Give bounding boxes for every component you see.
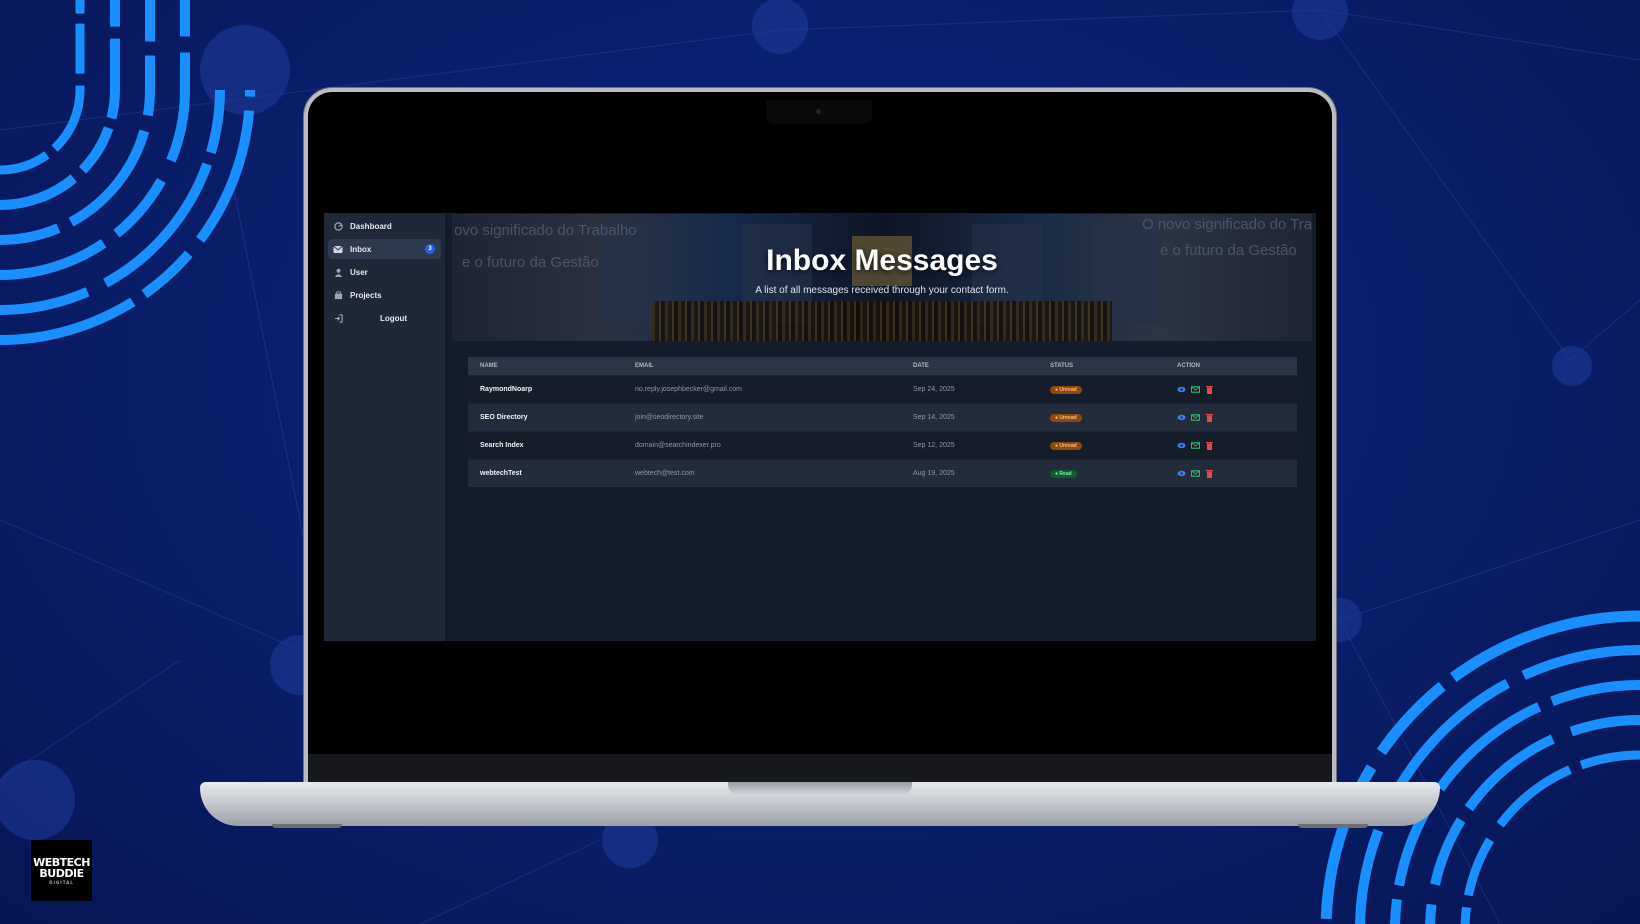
sidebar: Dashboard Inbox 3 User Projects Logout bbox=[324, 213, 445, 641]
message-sender-name: SEO Directory bbox=[480, 414, 528, 421]
user-icon bbox=[333, 267, 343, 277]
reply-mail-icon[interactable] bbox=[1191, 441, 1200, 450]
sidebar-item-inbox[interactable]: Inbox 3 bbox=[328, 239, 441, 259]
message-sender-name: webtechTest bbox=[480, 470, 522, 477]
webtech-buddie-logo: WEBTECH BUDDIE DIGITAL bbox=[31, 840, 92, 901]
status-badge: ● Unread bbox=[1050, 441, 1082, 450]
status-badge: ● Read bbox=[1050, 469, 1077, 478]
table-row: webtechTest webtech@test.com Aug 19, 202… bbox=[468, 459, 1297, 487]
page-header-banner: ovo significado do Trabalho e o futuro d… bbox=[452, 214, 1312, 341]
message-sender-name: RaymondNoarp bbox=[480, 386, 533, 393]
column-header-action: ACTION bbox=[1177, 363, 1200, 369]
column-header-status: STATUS bbox=[1050, 363, 1074, 369]
reply-mail-icon[interactable] bbox=[1191, 385, 1200, 394]
page-title: Inbox Messages bbox=[766, 244, 998, 277]
decorative-arcs-top-left bbox=[0, 0, 255, 345]
sidebar-item-label: Inbox bbox=[350, 244, 372, 254]
message-date: Aug 19, 2025 bbox=[913, 470, 955, 477]
laptop-chin bbox=[308, 754, 1332, 784]
table-row: Search Index domain@searchindexer.pro Se… bbox=[468, 431, 1297, 459]
banner-background-text: O novo significado do Trab bbox=[1142, 216, 1312, 233]
sidebar-item-label: Logout bbox=[380, 313, 408, 323]
reply-mail-icon[interactable] bbox=[1191, 469, 1200, 478]
view-icon[interactable] bbox=[1177, 441, 1186, 450]
column-header-name: NAME bbox=[480, 363, 498, 369]
decorative-arcs-bottom-right bbox=[1320, 610, 1640, 924]
view-icon[interactable] bbox=[1177, 469, 1186, 478]
sidebar-item-projects[interactable]: Projects bbox=[328, 285, 441, 305]
reply-mail-icon[interactable] bbox=[1191, 413, 1200, 422]
delete-trash-icon[interactable] bbox=[1205, 385, 1214, 394]
page-subtitle: A list of all messages received through … bbox=[755, 285, 1009, 296]
logo-line-3: DIGITAL bbox=[49, 879, 74, 885]
message-sender-email: webtech@test.com bbox=[635, 470, 695, 477]
message-date: Sep 12, 2025 bbox=[913, 442, 955, 449]
column-header-date: DATE bbox=[913, 363, 929, 369]
laptop-groove bbox=[728, 782, 912, 796]
banner-crowd bbox=[652, 301, 1112, 341]
inbox-count-badge: 3 bbox=[425, 244, 435, 254]
sidebar-item-label: User bbox=[350, 267, 368, 277]
delete-trash-icon[interactable] bbox=[1205, 441, 1214, 450]
logout-icon bbox=[333, 313, 343, 323]
dashboard-icon bbox=[333, 221, 343, 231]
laptop-lid: Dashboard Inbox 3 User Projects Logout o… bbox=[308, 92, 1332, 784]
laptop-base bbox=[200, 782, 1440, 826]
laptop-foot bbox=[272, 824, 342, 828]
sidebar-item-user[interactable]: User bbox=[328, 262, 441, 282]
message-sender-name: Search Index bbox=[480, 442, 524, 449]
view-icon[interactable] bbox=[1177, 413, 1186, 422]
table-header: NAME EMAIL DATE STATUS ACTION bbox=[468, 357, 1297, 375]
inbox-icon bbox=[333, 244, 343, 254]
table-row: SEO Directory join@seodirectory.site Sep… bbox=[468, 403, 1297, 431]
app-screen: Dashboard Inbox 3 User Projects Logout o… bbox=[324, 213, 1316, 641]
message-date: Sep 14, 2025 bbox=[913, 414, 955, 421]
status-label: Unread bbox=[1059, 442, 1077, 449]
sidebar-item-label: Projects bbox=[350, 290, 382, 300]
camera-icon bbox=[816, 109, 821, 114]
status-badge: ● Unread bbox=[1050, 385, 1082, 394]
table-row: RaymondNoarp no.reply.josephbecker@gmail… bbox=[468, 375, 1297, 403]
message-sender-email: join@seodirectory.site bbox=[635, 414, 704, 421]
status-label: Unread bbox=[1059, 414, 1077, 421]
logo-line-2: BUDDIE bbox=[39, 866, 84, 880]
delete-trash-icon[interactable] bbox=[1205, 413, 1214, 422]
messages-table: NAME EMAIL DATE STATUS ACTION RaymondNoa… bbox=[468, 357, 1297, 487]
delete-trash-icon[interactable] bbox=[1205, 469, 1214, 478]
sidebar-item-dashboard[interactable]: Dashboard bbox=[328, 216, 441, 236]
message-date: Sep 24, 2025 bbox=[913, 386, 955, 393]
logo-line-1: WEBTECH bbox=[33, 855, 90, 869]
sidebar-item-label: Dashboard bbox=[350, 221, 392, 231]
sidebar-item-logout[interactable]: Logout bbox=[328, 308, 441, 328]
message-sender-email: domain@searchindexer.pro bbox=[635, 442, 721, 449]
message-sender-email: no.reply.josephbecker@gmail.com bbox=[635, 386, 742, 393]
view-icon[interactable] bbox=[1177, 385, 1186, 394]
status-label: Unread bbox=[1059, 386, 1077, 393]
projects-icon bbox=[333, 290, 343, 300]
camera-notch bbox=[766, 100, 872, 124]
status-label: Read bbox=[1059, 470, 1072, 477]
banner-background-text: ovo significado do Trabalho bbox=[454, 222, 637, 239]
column-header-email: EMAIL bbox=[635, 363, 654, 369]
status-badge: ● Unread bbox=[1050, 413, 1082, 422]
laptop-foot bbox=[1298, 824, 1368, 828]
